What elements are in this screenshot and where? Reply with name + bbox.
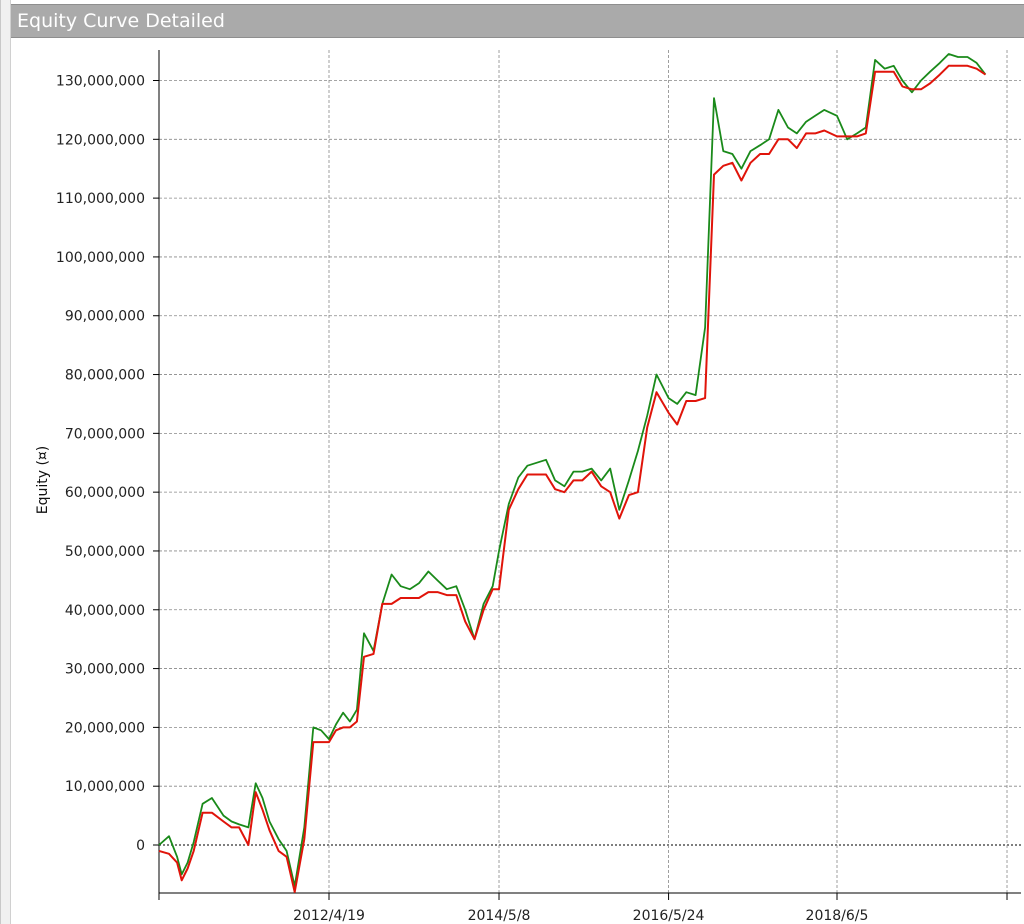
y-axis-label: Equity (¤) <box>35 446 51 515</box>
grid-layer <box>159 50 1021 893</box>
series-line-open-peak <box>158 53 987 888</box>
x-tick-label: 2012/4/19 <box>293 908 365 924</box>
y-tick-label: 80,000,000 <box>65 368 145 384</box>
series-line-closed-equity <box>158 64 987 893</box>
x-tick-label: 2018/6/5 <box>806 908 869 924</box>
y-tick-label: 30,000,000 <box>65 662 145 678</box>
y-tick-label: 60,000,000 <box>65 485 145 501</box>
y-tick-label: 110,000,000 <box>56 191 145 207</box>
y-tick-label: 10,000,000 <box>65 779 145 795</box>
x-tick-label: 2016/5/24 <box>633 908 705 924</box>
x-tick-label: 2014/5/8 <box>468 908 531 924</box>
y-tick-label: 130,000,000 <box>56 74 145 90</box>
y-tick-label: 40,000,000 <box>65 603 145 619</box>
chart-window: Equity Curve Detailed 0 10,000,000 20,000,… <box>0 0 1024 924</box>
series-layer <box>158 53 987 893</box>
y-tick-label: 70,000,000 <box>65 426 145 442</box>
y-tick-label: 120,000,000 <box>56 132 145 148</box>
y-tick-label: 100,000,000 <box>56 250 145 266</box>
y-tick-label: 50,000,000 <box>65 544 145 560</box>
y-tick-label: 20,000,000 <box>65 720 145 736</box>
y-tick-label: 90,000,000 <box>65 309 145 325</box>
axis-layer: 0 10,000,000 20,000,000 30,000,000 40,000,00… <box>56 50 1021 924</box>
y-tick-label: 0 <box>136 838 145 854</box>
equity-chart: 0 10,000,000 20,000,000 30,000,000 40,000,00… <box>35 50 1021 924</box>
